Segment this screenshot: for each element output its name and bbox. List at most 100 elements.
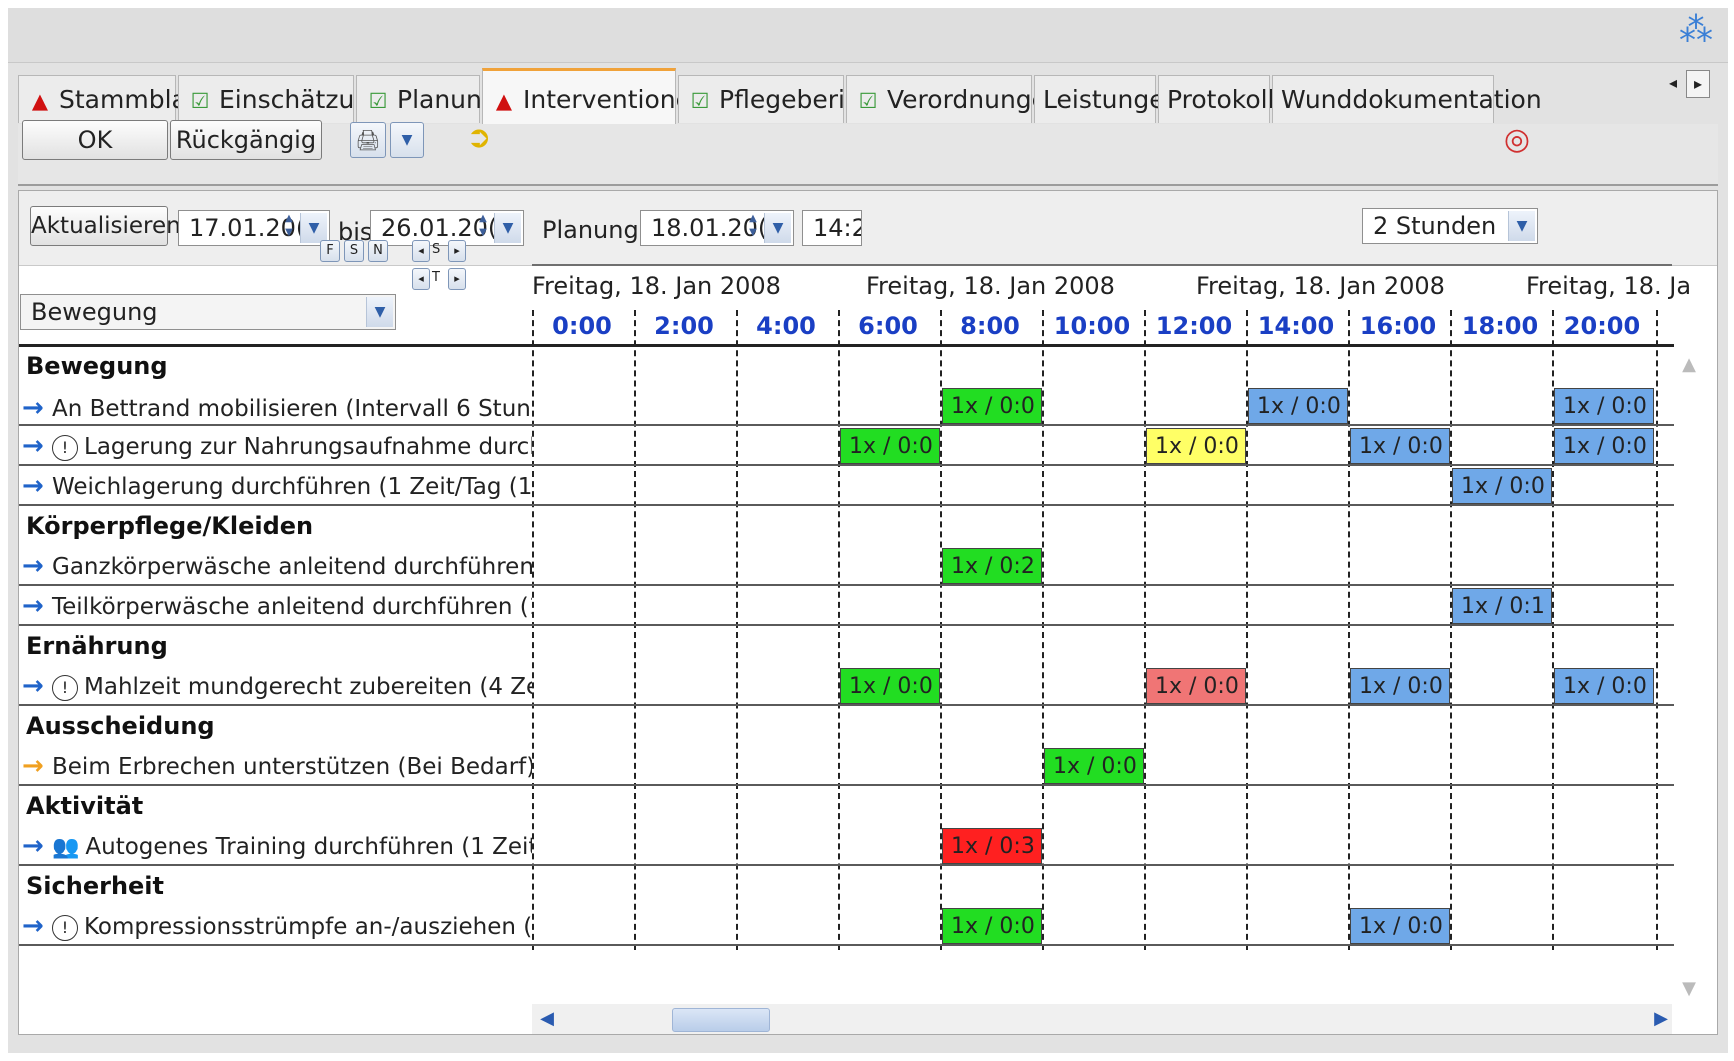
- intervention-row[interactable]: → Beim Erbrechen unterstützen (Bei Bedarf…: [22, 748, 532, 784]
- intervention-row[interactable]: → An Bettrand mobilisieren (Intervall 6 S…: [22, 390, 532, 426]
- intervention-row[interactable]: →! Lagerung zur Nahrungsaufnahme durchfüh: [22, 428, 532, 464]
- time-header: 4:00: [756, 312, 816, 340]
- date-spinner-icon[interactable]: ▲ ▼: [743, 212, 763, 240]
- time-header: 2:00: [654, 312, 714, 340]
- grid-line: [1348, 310, 1350, 950]
- time-header: 8:00: [960, 312, 1020, 340]
- day-label: T: [432, 270, 440, 285]
- print-icon[interactable]: 🖨: [350, 122, 386, 158]
- category-heading: Ernährung: [26, 632, 168, 660]
- check-icon: ☑: [368, 89, 388, 113]
- time-header: 6:00: [858, 312, 918, 340]
- scroll-left-icon[interactable]: ◀: [536, 1006, 558, 1032]
- date-header: Freitag, 18. Jan 2008: [866, 272, 1115, 300]
- category-filter-select[interactable]: Bewegung ▼: [20, 294, 396, 330]
- undo-button[interactable]: Rückgängig: [170, 120, 322, 160]
- schedule-slot[interactable]: 1x / 0:1: [1452, 588, 1552, 624]
- tab-einschaetzung[interactable]: ☑ Einschätzung: [178, 75, 386, 123]
- tab-interventionen[interactable]: ▲ Interventionen: [482, 68, 707, 124]
- schedule-slot[interactable]: 1x / 0:0: [1350, 428, 1450, 464]
- first-button[interactable]: F: [320, 240, 340, 262]
- tab-pflegebericht[interactable]: ☑ Pflegebericht: [678, 75, 884, 123]
- tab-scroll-nav: ◂ ▸: [1662, 70, 1712, 100]
- date-header: Freitag, 18. Jan 2008: [1196, 272, 1445, 300]
- next-shift-icon[interactable]: ▸: [448, 240, 466, 262]
- interval-select[interactable]: 2 Stunden ▼: [1362, 208, 1538, 244]
- second-button[interactable]: S: [344, 240, 364, 262]
- schedule-slot[interactable]: 1x / 0:2: [942, 548, 1042, 584]
- schedule-slot[interactable]: 1x / 0:0: [1044, 748, 1144, 784]
- schedule-slot[interactable]: 1x / 0:0: [1248, 388, 1348, 424]
- intervention-row[interactable]: →!Mahlzeit mundgerecht zubereiten (4 Zei…: [22, 668, 532, 704]
- tab-stammblatt[interactable]: ▲ Stammblatt: [18, 75, 206, 123]
- intervention-row[interactable]: → Ganzkörperwäsche anleitend durchführen …: [22, 548, 532, 584]
- time-header: 18:00: [1461, 312, 1539, 340]
- tab-planung[interactable]: ☑ Planung: [356, 75, 498, 123]
- refresh-button[interactable]: Aktualisieren: [30, 206, 181, 246]
- arrow-right-icon: →: [22, 431, 44, 461]
- row-divider: [19, 944, 1674, 946]
- grid-line: [532, 310, 534, 950]
- from-date-field[interactable]: 17.01.20( ▲ ▼ ▼: [178, 210, 330, 246]
- scroll-up-icon[interactable]: ▲: [1678, 352, 1700, 378]
- chevron-down-icon[interactable]: ▼: [390, 122, 424, 158]
- to-date-field[interactable]: 26.01.20( ▲ ▼ ▼: [370, 210, 524, 246]
- tab-wunddokumentation[interactable]: Wunddokumentation: [1272, 75, 1542, 123]
- schedule-slot[interactable]: 1x / 0:0: [840, 428, 940, 464]
- schedule-slot[interactable]: 1x / 0:3: [942, 828, 1042, 864]
- intervention-row[interactable]: → 👥 Autogenes Training durchführen (1 Zeit…: [22, 828, 532, 864]
- schedule-slot[interactable]: 1x / 0:0: [1452, 468, 1552, 504]
- scroll-down-icon[interactable]: ▼: [1678, 976, 1700, 1002]
- next-button[interactable]: N: [368, 240, 388, 262]
- schedule-slot[interactable]: 1x / 0:0: [840, 668, 940, 704]
- arrow-right-icon: →: [22, 471, 44, 501]
- schedule-slot[interactable]: 1x / 0:0: [1554, 388, 1654, 424]
- intervention-row[interactable]: → Weichlagerung durchführen (1 Zeit/Tag (…: [22, 468, 532, 504]
- lifebuoy-icon[interactable]: ◎: [1494, 118, 1540, 162]
- intervention-row[interactable]: → Teilkörperwäsche anleitend durchführen …: [22, 588, 532, 624]
- intervention-row[interactable]: →! Kompressionsstrümpfe an-/ausziehen (2 …: [22, 908, 532, 944]
- schedule-slot[interactable]: 1x / 0:0: [1146, 668, 1246, 704]
- grid-line: [736, 310, 738, 950]
- chevron-down-icon[interactable]: ▼: [764, 213, 791, 243]
- tab-protokolle[interactable]: Protokolle: [1158, 75, 1290, 123]
- check-icon: ☑: [690, 89, 710, 113]
- ok-button[interactable]: OK: [22, 120, 168, 160]
- chevron-down-icon[interactable]: ▼: [300, 213, 327, 243]
- grid-line: [838, 310, 840, 950]
- tab-verordnungen[interactable]: ☑ Verordnungen: [846, 75, 1063, 123]
- warning-icon: ▲: [31, 89, 49, 113]
- prev-day-icon[interactable]: ◂: [412, 268, 430, 290]
- scrollbar-thumb[interactable]: [672, 1008, 770, 1032]
- planning-time-field[interactable]: 14:2: [802, 210, 862, 246]
- schedule-slot[interactable]: 1x / 0:0: [1146, 428, 1246, 464]
- time-header: 20:00: [1563, 312, 1641, 340]
- prev-shift-icon[interactable]: ◂: [412, 240, 430, 262]
- schedule-slot[interactable]: 1x / 0:0: [1554, 668, 1654, 704]
- row-divider: [19, 624, 1674, 626]
- planning-date-field[interactable]: 18.01.20( ▲ ▼ ▼: [640, 210, 794, 246]
- chevron-down-icon[interactable]: ▼: [494, 213, 521, 243]
- row-divider: [19, 864, 1674, 866]
- tab-leistungen[interactable]: Leistungen: [1034, 75, 1180, 123]
- transfer-icon[interactable]: ➲: [458, 118, 500, 158]
- schedule-slot[interactable]: 1x / 0:0: [942, 388, 1042, 424]
- arrow-right-icon: →: [22, 831, 44, 861]
- tab-scroll-right-icon[interactable]: ▸: [1686, 70, 1710, 98]
- schedule-slot[interactable]: 1x / 0:0: [1350, 908, 1450, 944]
- date-spinner-icon[interactable]: ▲ ▼: [473, 212, 493, 240]
- chevron-down-icon[interactable]: ▼: [1508, 211, 1535, 241]
- schedule-slot[interactable]: 1x / 0:0: [942, 908, 1042, 944]
- header-divider: [532, 264, 1672, 266]
- grid-line: [1042, 310, 1044, 950]
- arrow-right-icon: →: [22, 591, 44, 621]
- schedule-slot[interactable]: 1x / 0:0: [1554, 428, 1654, 464]
- chevron-down-icon[interactable]: ▼: [366, 297, 393, 327]
- date-spinner-icon[interactable]: ▲ ▼: [279, 212, 299, 240]
- attention-icon: !: [52, 674, 78, 701]
- check-icon: ☑: [858, 89, 878, 113]
- tab-scroll-left-icon[interactable]: ◂: [1662, 70, 1684, 96]
- schedule-slot[interactable]: 1x / 0:0: [1350, 668, 1450, 704]
- scroll-right-icon[interactable]: ▶: [1650, 1006, 1672, 1032]
- next-day-icon[interactable]: ▸: [448, 268, 466, 290]
